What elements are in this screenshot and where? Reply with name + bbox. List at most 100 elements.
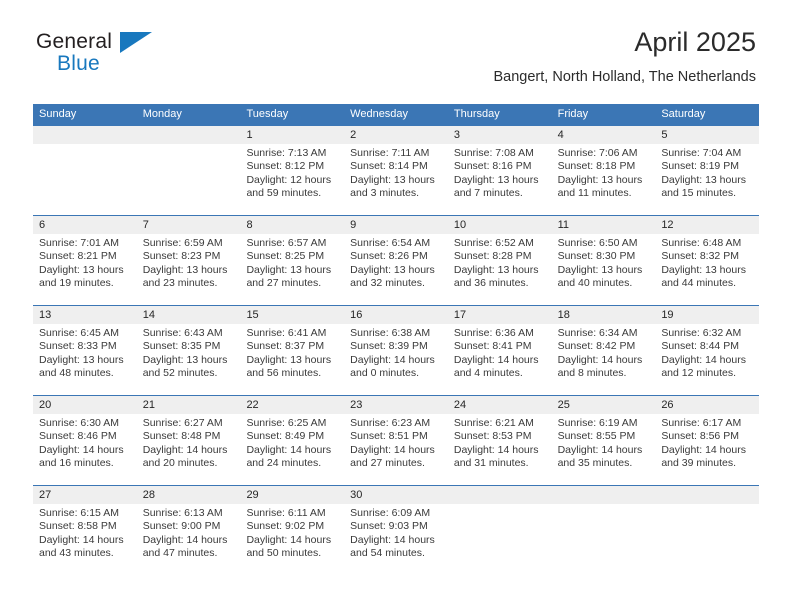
day-cell[interactable]: Sunrise: 6:15 AM Sunset: 8:58 PM Dayligh… — [33, 504, 137, 575]
weekday-header-saturday: Saturday — [661, 108, 706, 120]
location-subtitle: Bangert, North Holland, The Netherlands — [493, 69, 757, 85]
day-cell[interactable]: Sunrise: 6:25 AM Sunset: 8:49 PM Dayligh… — [240, 414, 344, 485]
day-cell[interactable]: Sunrise: 6:13 AM Sunset: 9:00 PM Dayligh… — [137, 504, 241, 575]
daylight-text: Daylight: 13 hours and 52 minutes. — [142, 353, 228, 380]
day-number: 27 — [39, 489, 52, 501]
day-cell[interactable]: Sunrise: 6:43 AM Sunset: 8:35 PM Dayligh… — [137, 324, 241, 395]
sunrise-text: Sunrise: 6:48 AM — [661, 237, 742, 249]
sunset-text: Sunset: 8:30 PM — [557, 250, 636, 263]
day-cell[interactable]: Sunrise: 7:08 AM Sunset: 8:16 PM Dayligh… — [448, 144, 552, 215]
day-number: 9 — [350, 219, 357, 231]
day-cell[interactable]: Sunrise: 6:57 AM Sunset: 8:25 PM Dayligh… — [240, 234, 344, 305]
daylight-text: Daylight: 13 hours and 40 minutes. — [557, 263, 643, 290]
sunrise-text: Sunrise: 6:52 AM — [453, 237, 534, 249]
week-date-number-band: 1 2 3 4 5 — [33, 126, 759, 144]
sunrise-text: Sunrise: 6:15 AM — [39, 507, 119, 519]
sunrise-text: Sunrise: 6:34 AM — [557, 327, 638, 339]
day-cell[interactable]: Sunrise: 6:09 AM Sunset: 9:03 PM Dayligh… — [344, 504, 448, 575]
day-cell[interactable]: Sunrise: 6:27 AM Sunset: 8:48 PM Dayligh… — [137, 414, 241, 485]
sunrise-text: Sunrise: 7:11 AM — [350, 147, 430, 159]
sunset-text: Sunset: 8:35 PM — [142, 340, 221, 353]
sunset-text: Sunset: 8:44 PM — [661, 340, 739, 353]
daylight-text: Daylight: 12 hours and 59 minutes. — [246, 173, 332, 200]
day-cell[interactable] — [137, 144, 241, 215]
sunset-text: Sunset: 8:55 PM — [557, 430, 636, 443]
daylight-text: Daylight: 14 hours and 47 minutes. — [142, 533, 228, 560]
sunset-text: Sunset: 8:16 PM — [453, 160, 532, 173]
day-number: 18 — [557, 309, 570, 321]
day-cell[interactable]: Sunrise: 6:50 AM Sunset: 8:30 PM Dayligh… — [552, 234, 656, 305]
sunrise-text: Sunrise: 6:43 AM — [142, 327, 223, 339]
sunrise-text: Sunrise: 6:38 AM — [350, 327, 431, 339]
weekday-header-row: Sunday Monday Tuesday Wednesday Thursday… — [33, 104, 759, 125]
daylight-text: Daylight: 14 hours and 24 minutes. — [246, 443, 332, 470]
day-cell[interactable]: Sunrise: 6:45 AM Sunset: 8:33 PM Dayligh… — [33, 324, 137, 395]
day-cell[interactable]: Sunrise: 6:21 AM Sunset: 8:53 PM Dayligh… — [448, 414, 552, 485]
weekday-header-monday: Monday — [142, 108, 182, 120]
daylight-text: Daylight: 14 hours and 8 minutes. — [557, 353, 643, 380]
week-date-number-band: 27 28 29 30 — [33, 486, 759, 504]
day-number: 21 — [142, 399, 155, 411]
day-cell[interactable] — [655, 504, 759, 575]
daylight-text: Daylight: 14 hours and 27 minutes. — [350, 443, 435, 470]
sunset-text: Sunset: 8:21 PM — [39, 250, 117, 263]
day-cell[interactable]: Sunrise: 7:11 AM Sunset: 8:14 PM Dayligh… — [344, 144, 448, 215]
day-cell[interactable]: Sunrise: 6:48 AM Sunset: 8:32 PM Dayligh… — [655, 234, 759, 305]
sunrise-text: Sunrise: 6:23 AM — [350, 417, 431, 429]
day-number: 15 — [246, 309, 259, 321]
day-cell[interactable]: Sunrise: 6:30 AM Sunset: 8:46 PM Dayligh… — [33, 414, 137, 485]
day-number: 10 — [453, 219, 467, 231]
weekday-header-tuesday: Tuesday — [246, 108, 289, 120]
day-cell[interactable]: Sunrise: 7:01 AM Sunset: 8:21 PM Dayligh… — [33, 234, 137, 305]
daylight-text: Daylight: 14 hours and 35 minutes. — [557, 443, 643, 470]
sunrise-text: Sunrise: 6:19 AM — [557, 417, 638, 429]
daylight-text: Daylight: 14 hours and 43 minutes. — [39, 533, 124, 560]
day-number: 22 — [246, 399, 259, 411]
day-cell[interactable] — [448, 504, 552, 575]
sunset-text: Sunset: 8:37 PM — [246, 340, 325, 353]
day-cell[interactable]: Sunrise: 6:23 AM Sunset: 8:51 PM Dayligh… — [344, 414, 448, 485]
day-cell[interactable]: Sunrise: 6:52 AM Sunset: 8:28 PM Dayligh… — [448, 234, 552, 305]
sunrise-text: Sunrise: 6:27 AM — [142, 417, 223, 429]
day-cell[interactable]: Sunrise: 6:36 AM Sunset: 8:41 PM Dayligh… — [448, 324, 552, 395]
day-cell[interactable]: Sunrise: 6:32 AM Sunset: 8:44 PM Dayligh… — [655, 324, 759, 395]
sunset-text: Sunset: 9:00 PM — [142, 520, 221, 533]
title-block: April 2025 Bangert, North Holland, The N… — [494, 26, 757, 87]
week-row: 27 28 29 30 Sunrise: 6:15 AM Sunset: 8:5… — [33, 485, 759, 575]
daylight-text: Daylight: 14 hours and 12 minutes. — [661, 353, 746, 380]
day-cell[interactable]: Sunrise: 6:17 AM Sunset: 8:56 PM Dayligh… — [655, 414, 759, 485]
sunset-text: Sunset: 8:46 PM — [39, 430, 117, 443]
day-cell[interactable]: Sunrise: 6:34 AM Sunset: 8:42 PM Dayligh… — [552, 324, 656, 395]
day-number: 11 — [557, 219, 570, 231]
sunset-text: Sunset: 8:14 PM — [350, 160, 428, 173]
day-cell[interactable]: Sunrise: 6:59 AM Sunset: 8:23 PM Dayligh… — [137, 234, 241, 305]
day-cell[interactable]: Sunrise: 7:06 AM Sunset: 8:18 PM Dayligh… — [552, 144, 656, 215]
sunrise-text: Sunrise: 6:41 AM — [246, 327, 327, 339]
sunrise-text: Sunrise: 7:08 AM — [453, 147, 534, 159]
day-number: 8 — [246, 219, 253, 231]
sunrise-text: Sunrise: 6:11 AM — [246, 507, 326, 519]
day-cell[interactable]: Sunrise: 6:19 AM Sunset: 8:55 PM Dayligh… — [552, 414, 656, 485]
day-cell[interactable] — [552, 504, 656, 575]
day-cell[interactable]: Sunrise: 6:11 AM Sunset: 9:02 PM Dayligh… — [240, 504, 344, 575]
day-cell[interactable]: Sunrise: 6:38 AM Sunset: 8:39 PM Dayligh… — [344, 324, 448, 395]
day-cell[interactable]: Sunrise: 7:04 AM Sunset: 8:19 PM Dayligh… — [655, 144, 759, 215]
week-detail-band: Sunrise: 7:13 AM Sunset: 8:12 PM Dayligh… — [33, 144, 759, 215]
weekday-header-friday: Friday — [557, 108, 589, 120]
week-row: 1 2 3 4 5 Sunrise: 7:13 AM Sunset: 8:12 … — [33, 125, 759, 215]
day-number: 30 — [350, 489, 363, 501]
day-number: 2 — [350, 129, 357, 141]
day-cell[interactable] — [33, 144, 137, 215]
sunrise-text: Sunrise: 6:13 AM — [142, 507, 223, 519]
sunset-text: Sunset: 8:41 PM — [453, 340, 532, 353]
daylight-text: Daylight: 14 hours and 54 minutes. — [350, 533, 435, 560]
sunset-text: Sunset: 9:02 PM — [246, 520, 325, 533]
day-cell[interactable]: Sunrise: 6:54 AM Sunset: 8:26 PM Dayligh… — [344, 234, 448, 305]
sunrise-text: Sunrise: 6:59 AM — [142, 237, 223, 249]
sunset-text: Sunset: 8:25 PM — [246, 250, 325, 263]
logo-triangle-icon — [120, 32, 152, 53]
day-cell[interactable]: Sunrise: 7:13 AM Sunset: 8:12 PM Dayligh… — [240, 144, 344, 215]
day-cell[interactable]: Sunrise: 6:41 AM Sunset: 8:37 PM Dayligh… — [240, 324, 344, 395]
weekday-header-wednesday: Wednesday — [350, 108, 409, 120]
generalblue-logo[interactable]: General Blue — [36, 30, 186, 78]
